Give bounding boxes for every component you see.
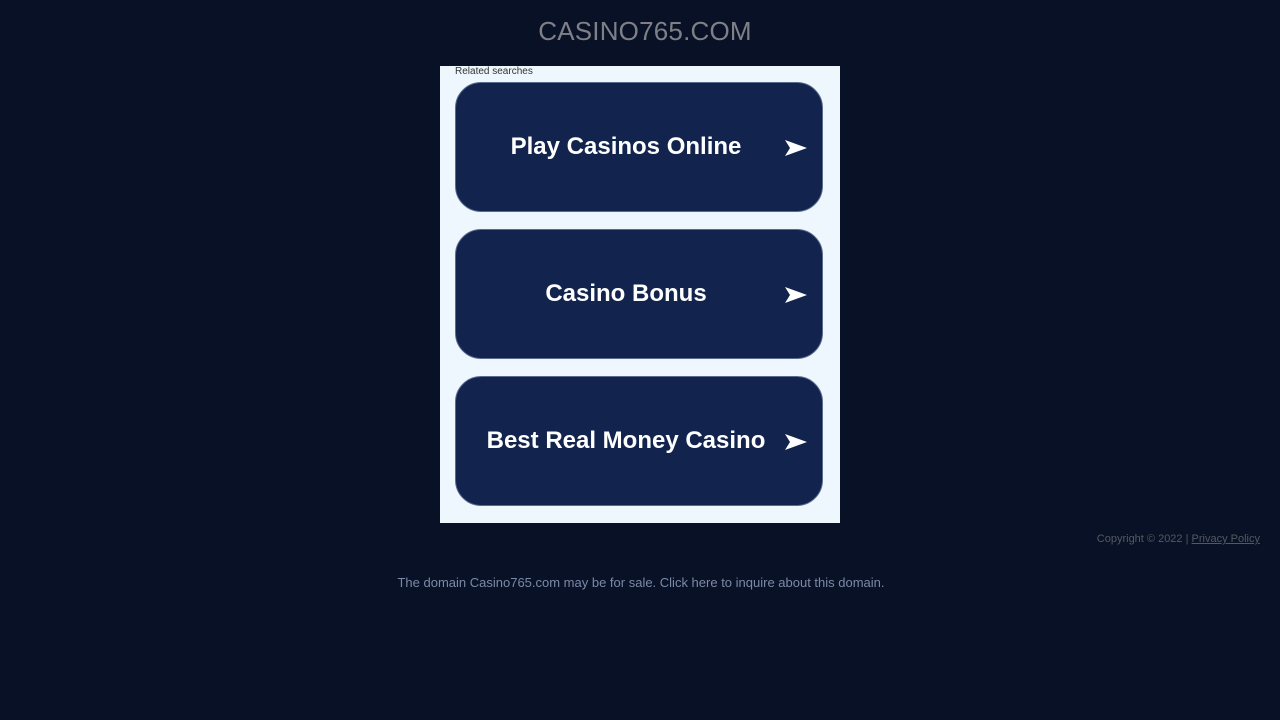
search-button-casino-bonus[interactable]: Casino Bonus <box>455 229 823 359</box>
domain-sale-notice[interactable]: The domain Casino765.com may be for sale… <box>0 575 1280 590</box>
domain-title: CASINO765.COM <box>538 16 752 46</box>
related-searches-panel: Related searches Play Casinos Online Cas… <box>440 66 840 523</box>
copyright-text: Copyright © 2022 | <box>1096 533 1189 545</box>
search-button-label: Play Casinos Online <box>510 133 742 160</box>
copyright: Copyright © 2022 | Privacy Policy <box>1097 533 1260 545</box>
privacy-policy-link[interactable]: Privacy Policy <box>1192 533 1260 545</box>
arrow-right-icon <box>785 140 807 156</box>
search-button-best-real-money-casino[interactable]: Best Real Money Casino <box>455 376 823 506</box>
arrow-right-icon <box>785 287 807 303</box>
search-button-label: Best Real Money Casino <box>486 427 766 454</box>
search-button-label: Casino Bonus <box>545 280 707 307</box>
search-button-play-casinos-online[interactable]: Play Casinos Online <box>455 82 823 212</box>
page: CASINO765.COM Related searches Play Casi… <box>0 0 1280 720</box>
arrow-right-icon <box>785 434 807 450</box>
related-searches-label: Related searches <box>455 66 533 77</box>
